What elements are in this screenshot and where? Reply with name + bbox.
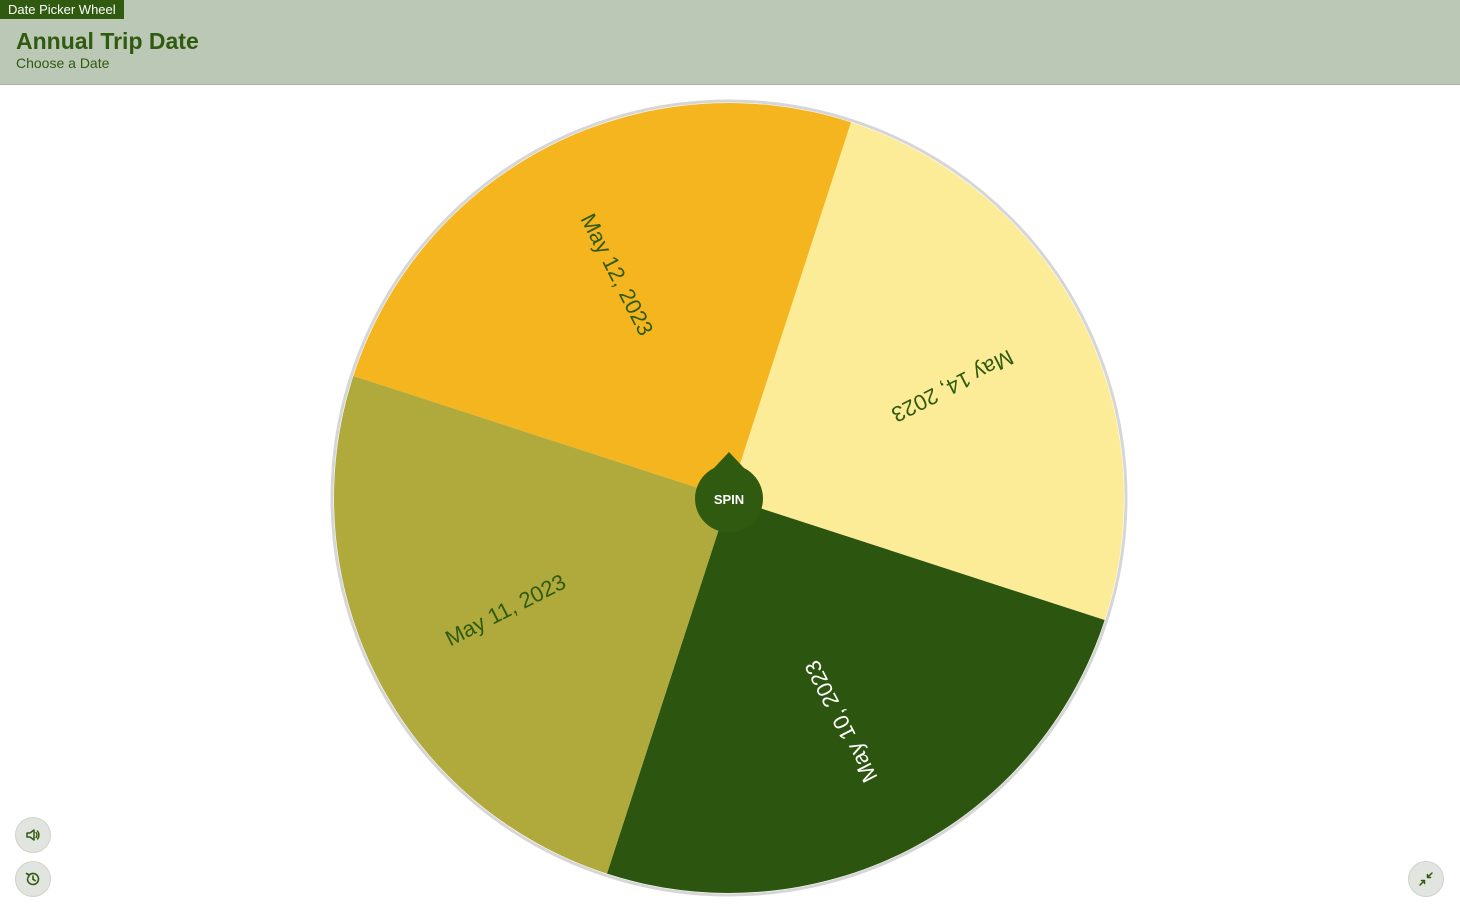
speaker-icon: [26, 829, 40, 841]
page-subtitle: Choose a Date: [16, 55, 110, 71]
page-title: Annual Trip Date: [16, 28, 199, 54]
sound-button[interactable]: [15, 817, 51, 853]
history-icon: [25, 872, 40, 886]
history-button[interactable]: [15, 861, 51, 897]
app-badge: Date Picker Wheel: [0, 0, 124, 19]
spin-label: SPIN: [714, 492, 744, 507]
collapse-button[interactable]: [1408, 861, 1444, 897]
collapse-icon: [1419, 872, 1433, 886]
date-wheel[interactable]: May 12, 2023May 14, 2023May 10, 2023May …: [0, 0, 1460, 912]
header-bar: Date Picker Wheel Annual Trip Date Choos…: [0, 0, 1460, 85]
